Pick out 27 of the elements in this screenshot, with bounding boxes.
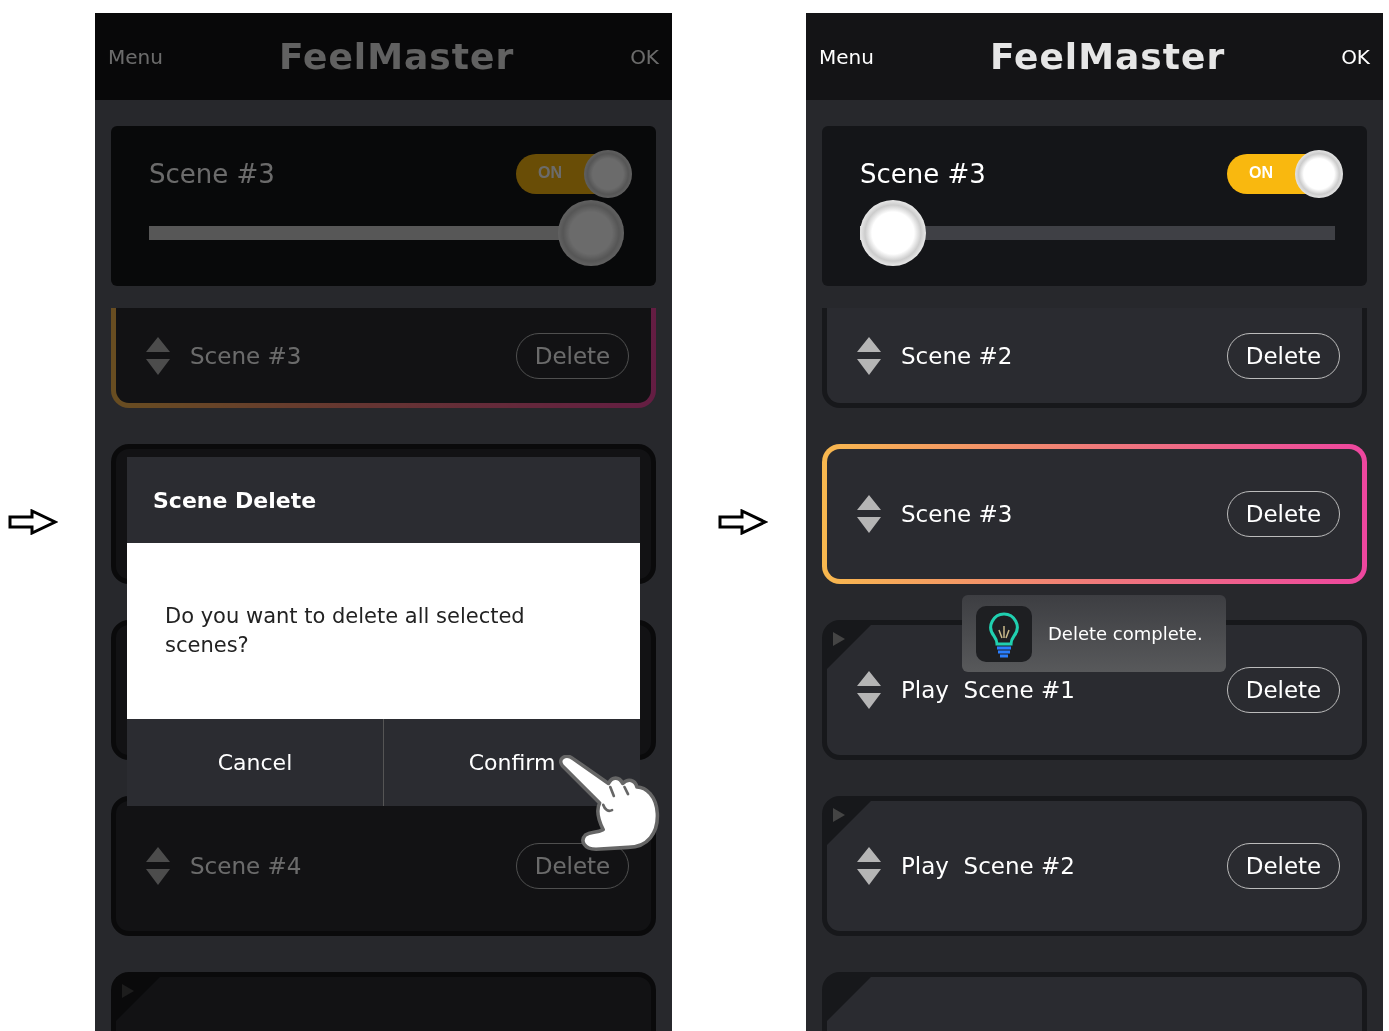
scene-name: Scene #2 (901, 342, 1014, 369)
ok-button[interactable]: OK (630, 44, 659, 69)
reorder-icon[interactable] (857, 336, 881, 375)
app-logo: FeelMaster (278, 36, 515, 77)
reorder-icon[interactable] (857, 495, 881, 533)
dialog-message: Do you want to delete all selected scenes? (165, 603, 526, 659)
reorder-icon[interactable] (857, 847, 881, 885)
app-logo: FeelMaster (989, 36, 1226, 77)
toast-message: Delete complete. (1048, 623, 1203, 644)
scene-name: Scene #3 (901, 501, 1014, 527)
scene-name: Scene #3 (190, 342, 303, 369)
scene-title: Scene #3 (149, 159, 275, 189)
menu-button[interactable]: Menu (819, 44, 874, 69)
ok-button[interactable]: OK (1341, 44, 1370, 69)
scene-name: Play Scene #1 (901, 677, 1076, 703)
menu-button[interactable]: Menu (108, 44, 163, 69)
scene-name: Scene #4 (190, 853, 303, 879)
arrow-icon (718, 509, 768, 535)
hand-pointer-icon (557, 755, 660, 851)
lightbulb-icon (976, 605, 1032, 662)
reorder-icon[interactable] (857, 671, 881, 709)
arrow-icon (8, 509, 58, 535)
scene-name: Play Scene #2 (901, 853, 1076, 879)
scene-card[interactable]: Play Scene #2 Delete (822, 796, 1367, 936)
dialog-title: Scene Delete (153, 487, 317, 513)
scene-card[interactable]: Scene #2 Delete (822, 308, 1367, 408)
scene-title: Scene #3 (860, 159, 986, 189)
